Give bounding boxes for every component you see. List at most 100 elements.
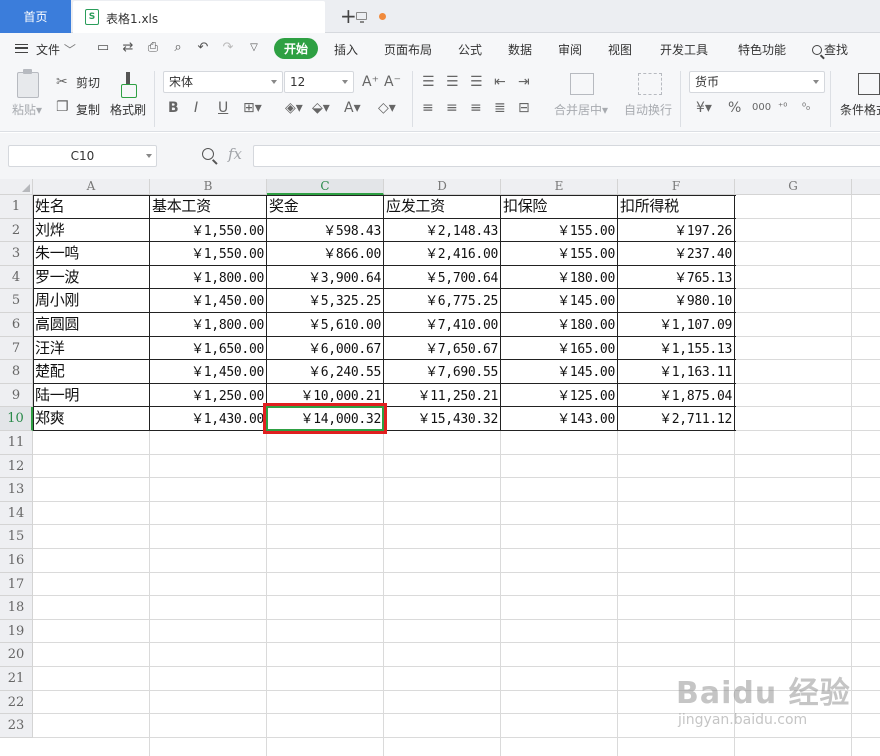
conditional-format-icon[interactable] xyxy=(858,73,880,95)
fx-icon[interactable]: fx xyxy=(228,145,242,163)
export-icon[interactable]: ⇄ xyxy=(121,41,135,55)
amount-cell[interactable]: ￥165.00 xyxy=(501,337,618,360)
amount-cell[interactable]: ￥1,550.00 xyxy=(150,219,267,242)
amount-cell[interactable]: ￥2,711.12 xyxy=(618,407,735,430)
merge-center-icon[interactable] xyxy=(570,73,594,95)
amount-cell[interactable]: ￥11,250.21 xyxy=(384,384,501,407)
justify-icon[interactable]: ≣ xyxy=(494,100,506,116)
row-header-1[interactable]: 1 xyxy=(0,195,33,219)
indent-decrease-icon[interactable]: ⇤ xyxy=(494,74,506,90)
name-cell[interactable]: 楚配 xyxy=(33,360,150,383)
row-header-4[interactable]: 4 xyxy=(0,265,33,290)
unsaved-dot-icon[interactable] xyxy=(379,13,386,20)
menu-data[interactable]: 数据 xyxy=(508,41,532,58)
font-name-select[interactable]: 宋体 xyxy=(163,71,283,93)
tab-document[interactable]: S 表格1.xls xyxy=(73,1,386,33)
header-cell[interactable]: 应发工资 xyxy=(384,195,501,218)
bold-icon[interactable]: B xyxy=(168,100,179,116)
amount-cell[interactable]: ￥1,430.00 xyxy=(150,407,267,430)
indent-increase-icon[interactable]: ⇥ xyxy=(518,74,530,90)
name-cell[interactable]: 郑爽 xyxy=(33,407,150,430)
italic-icon[interactable]: I xyxy=(194,100,198,116)
header-cell[interactable]: 奖金 xyxy=(267,195,384,218)
amount-cell[interactable]: ￥6,775.25 xyxy=(384,289,501,312)
name-cell[interactable]: 周小刚 xyxy=(33,289,150,312)
increase-font-icon[interactable]: A⁺ xyxy=(362,74,379,90)
menu-insert[interactable]: 插入 xyxy=(334,41,358,58)
column-header-c[interactable]: C xyxy=(267,179,384,195)
auto-wrap-icon[interactable] xyxy=(638,73,662,95)
header-cell[interactable]: 扣所得税 xyxy=(618,195,735,218)
row-header-10[interactable]: 10 xyxy=(0,407,33,431)
menu-file[interactable]: 文件 ﹀ xyxy=(36,41,76,58)
scissors-icon[interactable]: ✂ xyxy=(56,74,68,90)
amount-cell[interactable]: ￥980.10 xyxy=(618,289,735,312)
amount-cell[interactable]: ￥7,410.00 xyxy=(384,313,501,336)
distribute-icon[interactable]: ⊟ xyxy=(518,100,530,116)
select-all-corner[interactable] xyxy=(0,179,33,195)
amount-cell[interactable]: ￥3,900.64 xyxy=(267,266,384,289)
new-tab-plus-icon[interactable]: + xyxy=(340,6,357,26)
amount-cell[interactable]: ￥155.00 xyxy=(501,219,618,242)
save-icon[interactable]: ▭ xyxy=(96,41,110,55)
row-header-17[interactable]: 17 xyxy=(0,572,33,597)
amount-cell[interactable]: ￥5,610.00 xyxy=(267,313,384,336)
print-icon[interactable]: ⎙ xyxy=(146,41,160,55)
amount-cell[interactable]: ￥5,700.64 xyxy=(384,266,501,289)
format-painter-icon[interactable] xyxy=(119,72,137,98)
menu-start[interactable]: 开始 xyxy=(274,38,318,59)
number-format-select[interactable]: 货币 xyxy=(689,71,825,93)
amount-cell[interactable]: ￥765.13 xyxy=(618,266,735,289)
amount-cell[interactable]: ￥1,450.00 xyxy=(150,289,267,312)
row-header-5[interactable]: 5 xyxy=(0,289,33,313)
row-header-8[interactable]: 8 xyxy=(0,360,33,384)
align-bottom-icon[interactable]: ☰ xyxy=(470,74,483,90)
decrease-decimal-icon[interactable]: ⁰₀ xyxy=(802,100,810,116)
formula-input[interactable] xyxy=(253,145,880,167)
amount-cell[interactable]: ￥125.00 xyxy=(501,384,618,407)
row-header-18[interactable]: 18 xyxy=(0,596,33,620)
row-header-15[interactable]: 15 xyxy=(0,525,33,549)
amount-cell[interactable]: ￥1,250.00 xyxy=(150,384,267,407)
row-header-13[interactable]: 13 xyxy=(0,478,33,502)
amount-cell[interactable]: ￥1,155.13 xyxy=(618,337,735,360)
amount-cell[interactable]: ￥237.40 xyxy=(618,242,735,265)
menu-view[interactable]: 视图 xyxy=(608,41,632,58)
column-header-e[interactable]: E xyxy=(501,179,618,195)
column-header-b[interactable]: B xyxy=(150,179,267,195)
amount-cell[interactable]: ￥15,430.32 xyxy=(384,407,501,430)
decrease-font-icon[interactable]: A⁻ xyxy=(384,74,401,90)
format-painter-button[interactable]: 格式刷 xyxy=(110,101,146,118)
amount-cell[interactable]: ￥598.43 xyxy=(267,219,384,242)
column-header-a[interactable]: A xyxy=(33,179,150,195)
name-cell[interactable]: 罗一波 xyxy=(33,266,150,289)
amount-cell[interactable]: ￥1,800.00 xyxy=(150,313,267,336)
name-cell[interactable]: 陆一明 xyxy=(33,384,150,407)
align-top-icon[interactable]: ☰ xyxy=(422,74,435,90)
row-header-3[interactable]: 3 xyxy=(0,242,33,266)
copy-button[interactable]: 复制 xyxy=(76,101,100,118)
zoom-icon[interactable] xyxy=(202,148,214,160)
column-header-g[interactable]: G xyxy=(735,179,852,195)
amount-cell[interactable]: ￥1,450.00 xyxy=(150,360,267,383)
fill-color-icon[interactable]: ◈▾ xyxy=(285,100,303,116)
percent-icon[interactable]: % xyxy=(728,100,741,116)
menu-formula[interactable]: 公式 xyxy=(458,41,482,58)
amount-cell[interactable]: ￥1,163.11 xyxy=(618,360,735,383)
row-header-7[interactable]: 7 xyxy=(0,336,33,361)
menu-special[interactable]: 特色功能 xyxy=(738,41,786,58)
row-header-2[interactable]: 2 xyxy=(0,218,33,243)
align-right-icon[interactable]: ≡ xyxy=(470,100,482,116)
amount-cell[interactable]: ￥6,240.55 xyxy=(267,360,384,383)
name-cell[interactable]: 高圆圆 xyxy=(33,313,150,336)
amount-cell[interactable]: ￥145.00 xyxy=(501,360,618,383)
copy-icon[interactable]: ❐ xyxy=(56,99,69,115)
amount-cell[interactable]: ￥866.00 xyxy=(267,242,384,265)
menu-developer[interactable]: 开发工具 xyxy=(660,41,708,58)
auto-wrap-button[interactable]: 自动换行 xyxy=(624,101,672,118)
border-icon[interactable]: ⊞▾ xyxy=(243,100,262,116)
menu-page-layout[interactable]: 页面布局 xyxy=(384,41,432,58)
amount-cell[interactable]: ￥2,416.00 xyxy=(384,242,501,265)
amount-cell[interactable]: ￥7,650.67 xyxy=(384,337,501,360)
row-header-21[interactable]: 21 xyxy=(0,667,33,691)
